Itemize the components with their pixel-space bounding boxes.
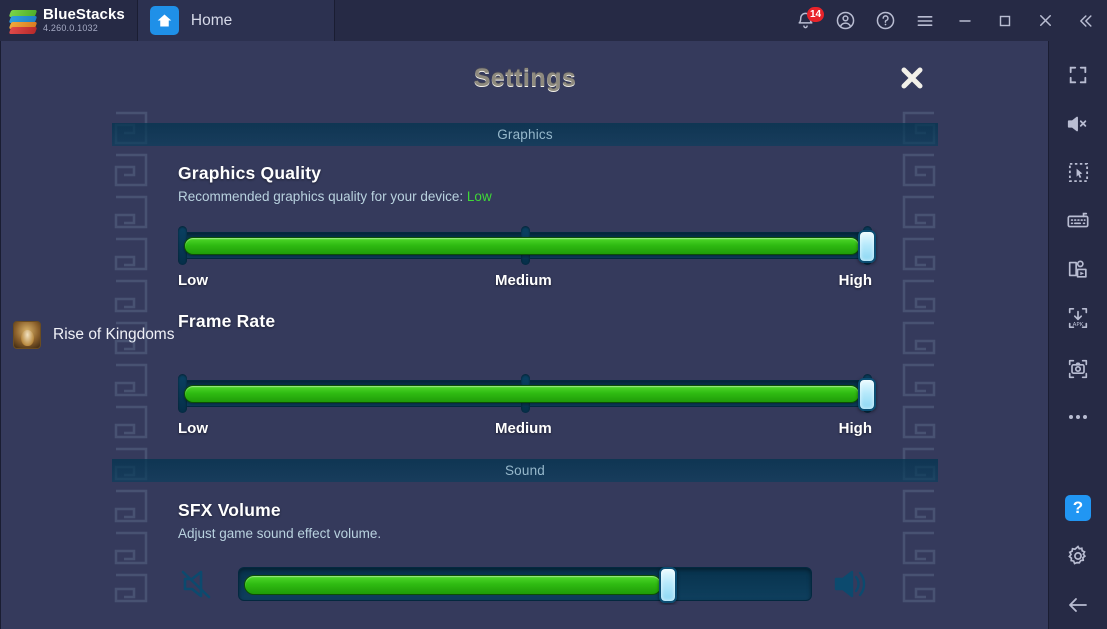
help-label: ? — [1072, 497, 1084, 517]
option-subtitle-text: Adjust game sound effect volume. — [178, 526, 382, 541]
slider-label-low: Low — [178, 420, 208, 437]
notification-badge: 14 — [807, 7, 825, 22]
dialog-title: Settings — [473, 63, 577, 92]
hamburger-menu-icon[interactable] — [905, 0, 945, 41]
slider-label-medium: Medium — [495, 420, 552, 437]
speaker-mute-icon[interactable] — [178, 563, 220, 605]
bluestacks-stack-icon — [8, 9, 38, 34]
tab-home-label: Home — [190, 11, 233, 29]
option-subtitle: Recommended graphics quality for your de… — [178, 189, 872, 204]
game-avatar-icon — [13, 321, 41, 349]
sidebar-item-fullscreen[interactable] — [1049, 51, 1107, 100]
slider-thumb[interactable] — [858, 230, 876, 263]
minimize-icon[interactable] — [945, 0, 985, 41]
notification-bell-icon[interactable]: 14 — [785, 0, 825, 41]
slider-label-high: High — [838, 420, 872, 437]
sfx-volume-row — [178, 563, 872, 605]
option-subtitle: Adjust game sound effect volume. — [178, 526, 872, 541]
sidebar-item-settings[interactable] — [1049, 532, 1107, 581]
brand-version: 4.260.0.1032 — [43, 23, 98, 34]
sidebar-item-back[interactable] — [1049, 580, 1107, 629]
tab-home[interactable]: Home — [136, 0, 335, 41]
sfx-volume-slider[interactable] — [238, 567, 812, 603]
graphics-quality-slider-labels: Low Medium High — [178, 272, 872, 289]
dialog-body: Graphics Graphics Quality Recommended gr… — [105, 103, 945, 605]
topbar-icon-group: 14 — [785, 0, 1107, 41]
sidebar-item-help[interactable]: ? — [1049, 483, 1107, 532]
bluestacks-sidebar: APK ? — [1049, 41, 1107, 629]
maximize-icon[interactable] — [985, 0, 1025, 41]
slider-fill — [184, 385, 860, 403]
settings-dialog: Settings Graphics Graphics Quality Recom… — [105, 53, 945, 617]
collapse-left-icon[interactable] — [1065, 0, 1105, 41]
volume-thumb[interactable] — [659, 567, 678, 603]
slider-label-medium: Medium — [495, 272, 552, 289]
section-header-label: Sound — [504, 463, 546, 478]
close-icon — [901, 67, 923, 89]
sidebar-item-multi-select[interactable] — [1049, 148, 1107, 197]
frame-rate-slider[interactable] — [178, 370, 876, 416]
sidebar-item-install-apk[interactable]: APK — [1049, 294, 1107, 343]
slider-label-high: High — [838, 272, 872, 289]
account-icon[interactable] — [825, 0, 865, 41]
section-header-label: Graphics — [497, 127, 553, 142]
sidebar-item-screenshot[interactable] — [1049, 344, 1107, 393]
option-title: Frame Rate — [178, 311, 276, 331]
bluestacks-logo[interactable]: BlueStacks 4.260.0.1032 — [0, 0, 137, 41]
bluestacks-topbar: BlueStacks 4.260.0.1032 Home Rise of Kin… — [0, 0, 1107, 629]
sidebar-item-keyboard-controls[interactable] — [1049, 197, 1107, 246]
section-header-graphics: Graphics — [112, 123, 938, 146]
help-icon: ? — [1065, 494, 1091, 521]
option-subtitle-text: Recommended graphics quality for your de… — [178, 189, 464, 204]
brand-name: BlueStacks — [43, 6, 125, 24]
sidebar-item-macro-recorder[interactable] — [1049, 245, 1107, 294]
graphics-quality-slider[interactable] — [178, 222, 876, 268]
option-title: Graphics Quality — [178, 163, 322, 183]
settings-content: Graphics Graphics Quality Recommended gr… — [106, 123, 944, 605]
option-frame-rate: Frame Rate Low Medium High — [106, 311, 944, 437]
speaker-loud-icon[interactable] — [830, 563, 872, 605]
help-circle-icon[interactable] — [865, 0, 905, 41]
option-subtitle-highlight: Low — [466, 189, 492, 204]
slider-thumb[interactable] — [858, 378, 876, 411]
close-icon[interactable] — [1025, 0, 1065, 41]
option-sfx-volume: SFX Volume Adjust game sound effect volu… — [106, 500, 944, 605]
sidebar-item-more-options[interactable] — [1049, 393, 1107, 442]
app-root: 350 FPS 60 Settings — [0, 0, 1107, 629]
section-header-sound: Sound — [112, 459, 938, 482]
option-graphics-quality: Graphics Quality Recommended graphics qu… — [106, 163, 944, 289]
slider-label-low: Low — [178, 272, 208, 289]
sidebar-item-mute[interactable] — [1049, 100, 1107, 149]
frame-rate-slider-labels: Low Medium High — [178, 420, 872, 437]
option-title: SFX Volume — [178, 500, 281, 520]
dialog-close-button[interactable] — [894, 60, 930, 96]
svg-text:APK: APK — [1073, 322, 1084, 328]
slider-fill — [184, 237, 860, 255]
volume-fill — [244, 575, 662, 595]
home-icon — [149, 6, 179, 35]
